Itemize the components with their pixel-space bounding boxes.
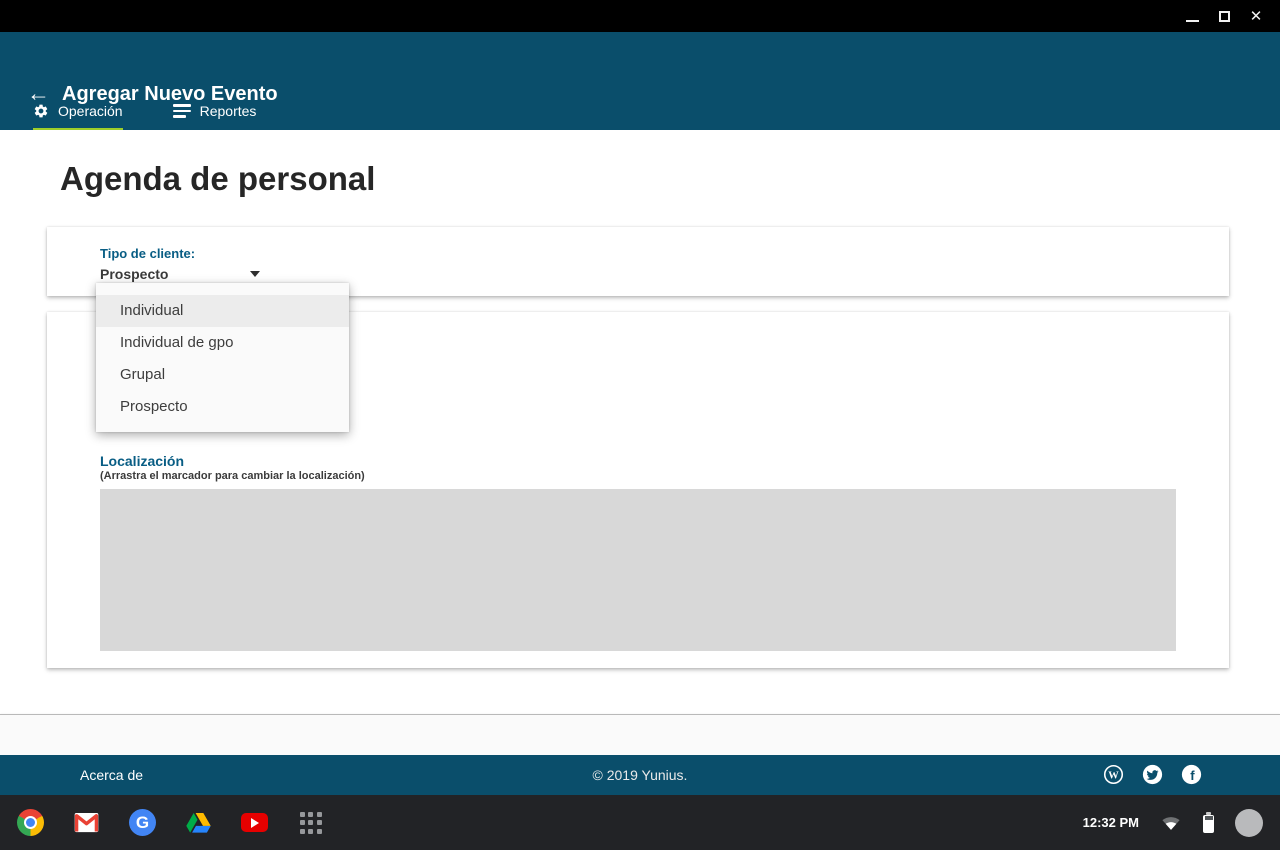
minimize-icon xyxy=(1186,20,1199,22)
tab-label: Operación xyxy=(58,103,123,119)
tab-operacion[interactable]: Operación xyxy=(33,103,123,130)
tab-reportes[interactable]: Reportes xyxy=(173,103,257,130)
avatar[interactable] xyxy=(1235,809,1263,837)
svg-text:f: f xyxy=(1190,768,1195,783)
wifi-icon xyxy=(1160,812,1182,834)
gear-icon xyxy=(33,103,49,119)
dropdown-option-individual[interactable]: Individual xyxy=(96,295,349,327)
wordpress-icon[interactable]: W xyxy=(1103,764,1124,785)
client-type-label: Tipo de cliente: xyxy=(100,246,276,261)
clock: 12:32 PM xyxy=(1083,815,1139,830)
app-header: ← Agregar Nuevo Evento Operación Reporte… xyxy=(0,32,1280,130)
maximize-button[interactable] xyxy=(1208,0,1240,32)
twitter-icon[interactable] xyxy=(1142,764,1163,785)
youtube-play-glyph xyxy=(251,818,259,828)
chrome-icon[interactable] xyxy=(17,809,44,836)
google-g-glyph: G xyxy=(136,813,149,833)
client-type-select[interactable]: Prospecto xyxy=(100,266,276,282)
youtube-icon[interactable] xyxy=(241,809,268,836)
shelf-app-icons: G xyxy=(17,795,324,850)
dropdown-caret-icon xyxy=(250,271,260,277)
gmail-icon[interactable] xyxy=(73,809,100,836)
social-links: W f xyxy=(1103,764,1202,785)
app-launcher-icon[interactable] xyxy=(297,809,324,836)
dropdown-option-individual-de-gpo[interactable]: Individual de gpo xyxy=(96,327,349,359)
menu-lines-icon xyxy=(173,104,191,118)
maximize-icon xyxy=(1219,11,1230,22)
drive-icon[interactable] xyxy=(185,809,212,836)
facebook-icon[interactable]: f xyxy=(1181,764,1202,785)
client-type-dropdown-menu: Individual Individual de gpo Grupal Pros… xyxy=(96,283,349,432)
dropdown-option-grupal[interactable]: Grupal xyxy=(96,359,349,391)
back-button[interactable]: ← xyxy=(27,81,50,105)
dropdown-option-prospecto[interactable]: Prospecto xyxy=(96,391,349,423)
window-titlebar: ✕ xyxy=(0,0,1280,32)
battery-icon xyxy=(1203,815,1214,833)
svg-text:W: W xyxy=(1108,770,1119,781)
chromeos-shelf: G 12:32 PM xyxy=(0,795,1280,850)
page-title: Agenda de personal xyxy=(60,160,375,198)
tab-label: Reportes xyxy=(200,103,257,119)
footer: Acerca de © 2019 Yunius. W f xyxy=(0,755,1280,795)
status-tray[interactable]: 12:32 PM xyxy=(1083,795,1263,850)
map-canvas[interactable] xyxy=(100,489,1176,651)
google-icon[interactable]: G xyxy=(129,809,156,836)
pre-footer-strip xyxy=(0,715,1280,755)
youtube-body xyxy=(241,813,268,832)
tab-bar: Operación Reportes xyxy=(33,103,256,130)
close-icon: ✕ xyxy=(1250,9,1263,24)
window-controls: ✕ xyxy=(1176,0,1272,32)
client-type-field: Tipo de cliente: Prospecto xyxy=(100,246,276,282)
client-type-value: Prospecto xyxy=(100,266,168,282)
location-hint: (Arrastra el marcador para cambiar la lo… xyxy=(100,470,365,482)
minimize-button[interactable] xyxy=(1176,0,1208,32)
copyright-text: © 2019 Yunius. xyxy=(0,767,1280,783)
close-button[interactable]: ✕ xyxy=(1240,0,1272,32)
location-label: Localización xyxy=(100,453,184,469)
